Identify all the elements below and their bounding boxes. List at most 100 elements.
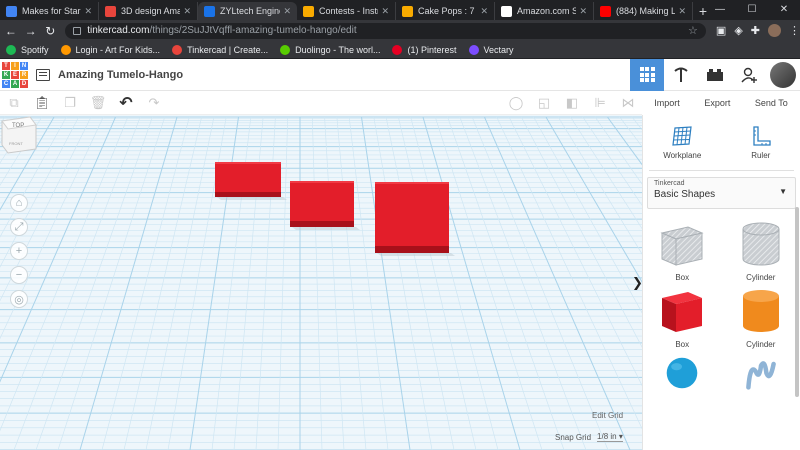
red-box-object[interactable] bbox=[375, 182, 455, 256]
bookmark-favicon bbox=[60, 44, 71, 55]
browser-tab[interactable]: ZYLtech Engineerin✕ bbox=[198, 2, 297, 20]
caret-down-icon: ▼ bbox=[779, 187, 787, 196]
puzzle-icon[interactable]: ✚ bbox=[751, 24, 760, 37]
panel-scrollbar[interactable] bbox=[795, 207, 799, 397]
browser-tab[interactable]: Contests - Instructi✕ bbox=[297, 2, 396, 20]
user-avatar[interactable] bbox=[770, 61, 796, 88]
url-host: tinkercad.com bbox=[87, 25, 150, 36]
send-to-button[interactable]: Send To bbox=[755, 98, 788, 108]
undo-icon[interactable]: ↶ bbox=[112, 91, 140, 115]
paste-icon[interactable]: 📋︎ bbox=[28, 91, 56, 115]
design-list-icon[interactable] bbox=[36, 68, 50, 81]
tinkercad-logo[interactable]: TIN KER CAD bbox=[2, 61, 28, 88]
shape-cylinder-solid[interactable]: Cylinder bbox=[722, 288, 800, 349]
note-icon[interactable]: ◯ bbox=[502, 91, 530, 115]
3d-view-button[interactable] bbox=[630, 58, 664, 91]
reload-icon[interactable]: ↻ bbox=[41, 24, 59, 38]
shape-cylinder-hole[interactable]: Cylinder bbox=[722, 221, 800, 282]
ruler-button[interactable]: Ruler bbox=[726, 125, 796, 160]
red-box-object[interactable] bbox=[215, 162, 287, 200]
bricks-button[interactable] bbox=[698, 59, 732, 91]
browser-tab[interactable]: Amazon.com Shop✕ bbox=[495, 2, 594, 20]
shape-library-select[interactable]: Tinkercad Basic Shapes ▼ bbox=[647, 177, 796, 209]
close-window-button[interactable]: ✕ bbox=[768, 0, 800, 20]
extension-icon[interactable]: ◈ bbox=[734, 24, 742, 37]
youtube-favicon bbox=[600, 5, 611, 17]
profile-avatar[interactable] bbox=[768, 24, 781, 37]
sphere-icon bbox=[666, 357, 698, 389]
project-title[interactable]: Amazing Tumelo-Hango bbox=[58, 69, 183, 81]
logo-letter: R bbox=[20, 70, 28, 79]
more-options-icon[interactable]: ⋮ bbox=[789, 24, 800, 37]
workplane-viewport[interactable]: TOP FRONT ⌂ ⤢ + − ◎ ❯ Edit Grid Snap Gri… bbox=[0, 115, 642, 450]
import-button[interactable]: Import bbox=[654, 98, 680, 108]
logo-letter: I bbox=[11, 61, 19, 70]
view-cube[interactable]: TOP FRONT bbox=[0, 115, 38, 155]
close-tab-icon[interactable]: ✕ bbox=[183, 6, 191, 17]
close-tab-icon[interactable]: ✕ bbox=[480, 6, 488, 17]
copy-icon[interactable]: ⧉ bbox=[0, 91, 28, 115]
panel-collapse-icon[interactable]: ❯ bbox=[632, 275, 642, 291]
maximize-button[interactable]: ☐ bbox=[736, 0, 768, 20]
codeblocks-button[interactable] bbox=[664, 59, 698, 91]
show-all-icon[interactable]: ◱ bbox=[530, 91, 558, 115]
fit-view-icon[interactable]: ⤢ bbox=[10, 218, 28, 236]
close-tab-icon[interactable]: ✕ bbox=[381, 6, 389, 17]
shapes-panel: Workplane Ruler Tinkercad Basic Shapes ▼… bbox=[642, 115, 800, 450]
group-icon[interactable]: ◧ bbox=[558, 91, 586, 115]
mirror-icon[interactable]: ⋈ bbox=[614, 91, 642, 115]
back-arrow-icon[interactable]: ← bbox=[2, 24, 20, 38]
close-tab-icon[interactable]: ✕ bbox=[678, 6, 686, 17]
shape-sphere[interactable] bbox=[643, 355, 722, 391]
close-tab-icon[interactable]: ✕ bbox=[84, 6, 92, 17]
bookmark-item[interactable]: (1) Pinterest bbox=[392, 44, 457, 55]
orthographic-view-icon[interactable]: ◎ bbox=[10, 290, 28, 308]
bookmarks-bar: Spotify Login - Art For Kids... Tinkercad … bbox=[0, 41, 800, 59]
bookmark-item[interactable]: Vectary bbox=[468, 44, 514, 55]
edit-grid-link[interactable]: Edit Grid bbox=[592, 411, 623, 420]
bookmark-item[interactable]: Login - Art For Kids... bbox=[60, 44, 160, 55]
workplane-grid[interactable] bbox=[0, 115, 642, 450]
shape-box-solid[interactable]: Box bbox=[643, 288, 722, 349]
app-header: TIN KER CAD Amazing Tumelo-Hango bbox=[0, 58, 800, 91]
cylinder-hole-icon bbox=[742, 222, 780, 266]
extension-icon[interactable]: ▣ bbox=[716, 24, 726, 37]
snap-grid-label: Snap Grid bbox=[555, 432, 592, 442]
bookmark-favicon bbox=[280, 44, 291, 55]
browser-tab[interactable]: (884) Making Link✕ bbox=[594, 2, 693, 20]
duplicate-icon[interactable]: ❐ bbox=[56, 91, 84, 115]
logo-letter: D bbox=[20, 79, 28, 88]
add-user-button[interactable] bbox=[732, 59, 766, 91]
home-view-icon[interactable]: ⌂ bbox=[10, 194, 28, 212]
browser-tab[interactable]: Makes for Star Wa✕ bbox=[0, 2, 99, 20]
bookmark-label: Vectary bbox=[483, 44, 514, 55]
snap-grid-select[interactable]: 1/8 in ▾ bbox=[597, 432, 623, 442]
box-solid-icon bbox=[662, 292, 703, 332]
browser-tab[interactable]: 3D design Amazin✕ bbox=[99, 2, 198, 20]
browser-tab[interactable]: Cake Pops : 7 Step✕ bbox=[396, 2, 495, 20]
shape-scribble[interactable] bbox=[722, 355, 800, 391]
zoom-out-icon[interactable]: − bbox=[10, 266, 28, 284]
close-tab-icon[interactable]: ✕ bbox=[283, 6, 291, 17]
shape-box-hole[interactable]: Box bbox=[643, 221, 722, 282]
workplane-button[interactable]: Workplane bbox=[647, 125, 717, 160]
bookmark-item[interactable]: Tinkercad | Create... bbox=[172, 44, 268, 55]
align-icon[interactable]: ⊫ bbox=[586, 91, 614, 115]
close-tab-icon[interactable]: ✕ bbox=[579, 6, 587, 17]
url-input[interactable]: tinkercad.com/things/2SuJJtVqffl-amazing… bbox=[65, 22, 706, 39]
bookmark-item[interactable]: Spotify bbox=[6, 44, 49, 55]
zoom-in-icon[interactable]: + bbox=[10, 242, 28, 260]
browser-tab-strip: Makes for Star Wa✕3D design Amazin✕ZYLte… bbox=[0, 0, 800, 20]
viewcube-top-label: TOP bbox=[12, 123, 24, 129]
delete-icon[interactable]: 🗑︎ bbox=[84, 91, 112, 115]
forward-arrow-icon[interactable]: → bbox=[22, 24, 40, 38]
ruler-label: Ruler bbox=[751, 151, 771, 160]
export-button[interactable]: Export bbox=[704, 98, 730, 108]
library-source: Tinkercad bbox=[654, 180, 685, 187]
minimize-button[interactable]: — bbox=[704, 0, 736, 20]
bookmark-star-icon[interactable]: ☆ bbox=[688, 24, 698, 37]
extension-icons: ▣ ◈ ✚ ⋮ bbox=[716, 24, 800, 37]
redo-icon[interactable]: ↷ bbox=[140, 91, 168, 115]
red-box-object[interactable] bbox=[290, 181, 360, 230]
bookmark-item[interactable]: Duolingo - The worl... bbox=[280, 44, 380, 55]
